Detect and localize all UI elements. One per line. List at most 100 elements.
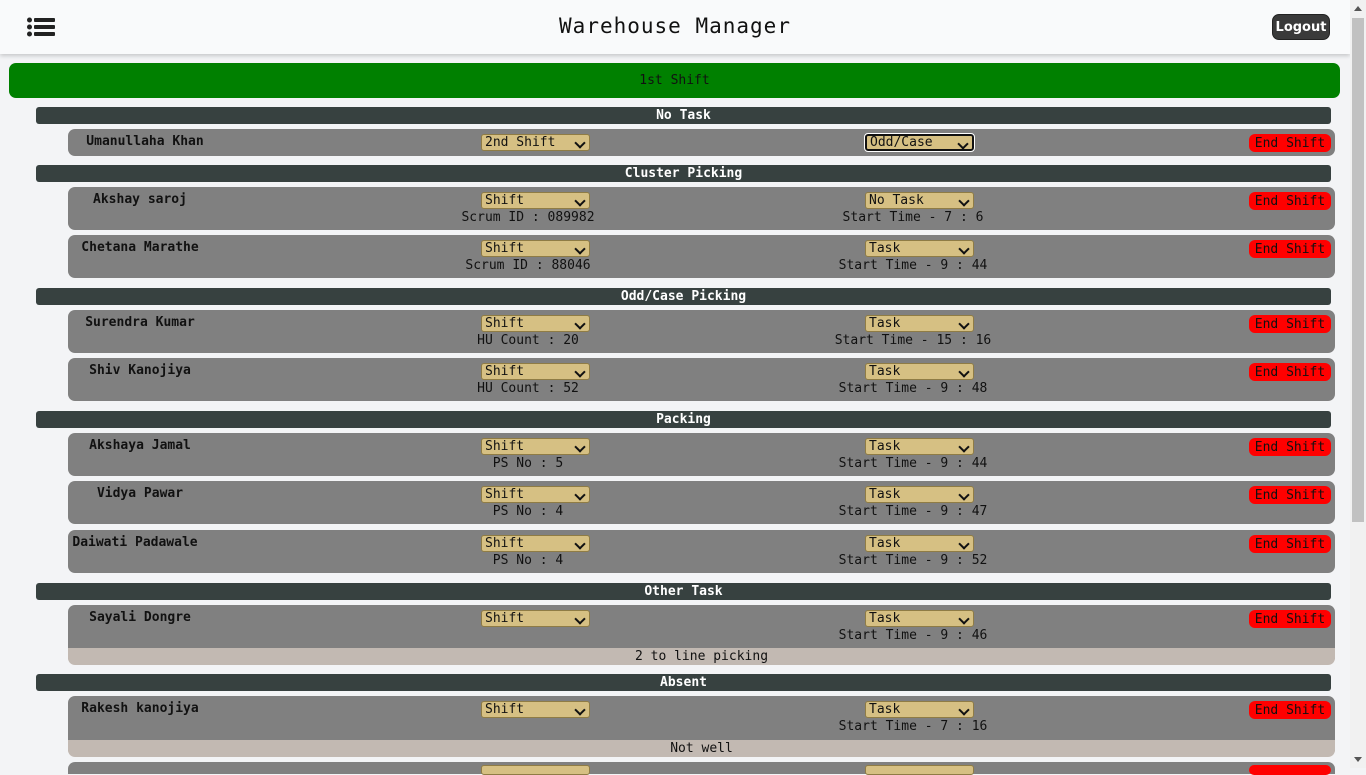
hu-count: HU Count : 52 (477, 381, 579, 396)
app-title: Warehouse Manager (559, 14, 791, 38)
employee-row: Vidya Pawar Shift Task End Shift PS No :… (68, 481, 1335, 524)
task-select[interactable]: Task (865, 610, 974, 627)
chevron-down-icon (574, 366, 586, 378)
hu-count: HU Count : 20 (477, 333, 579, 348)
employee-name: Daiwati Padawale (72, 535, 198, 550)
chevron-down-icon (574, 243, 586, 255)
employee-name: Akshaya Jamal (89, 438, 191, 453)
logout-button[interactable]: Logout (1272, 14, 1330, 40)
shift-select[interactable]: Shift (481, 315, 590, 332)
chevron-down-icon (958, 366, 970, 378)
employee-row: Chetana Marathe Shift Task End Shift Scr… (68, 235, 1335, 278)
ps-number: PS No : 4 (492, 504, 564, 519)
employee-name: Shiv Kanojiya (89, 363, 191, 378)
absence-note: Not well (68, 740, 1335, 757)
employee-name: Umanullaha Khan (86, 134, 204, 149)
task-select[interactable]: Task (865, 363, 974, 380)
chevron-down-icon (958, 195, 970, 207)
start-time: Start Time - 7 : 16 (838, 719, 988, 734)
shift-banner[interactable]: 1st Shift (9, 63, 1340, 98)
shift-select[interactable]: 2nd Shift (481, 134, 590, 151)
chevron-down-icon (574, 441, 586, 453)
chevron-down-icon (958, 441, 970, 453)
shift-select[interactable]: Shift (481, 363, 590, 380)
ps-number: PS No : 4 (492, 553, 564, 568)
chevron-down-icon (958, 538, 970, 550)
start-time: Start Time - 9 : 44 (838, 456, 988, 471)
scroll-down-arrow-icon[interactable] (1354, 757, 1362, 762)
employee-row: Umanullaha Khan 2nd Shift Odd/Case End S… (68, 129, 1335, 156)
task-select[interactable]: Task (865, 535, 974, 552)
scrum-id: Scrum ID : 089982 (461, 210, 595, 225)
group-header-absent: Absent (36, 674, 1331, 691)
task-select[interactable]: Odd/Case (864, 133, 975, 152)
group-header-odd-case-picking: Odd/Case Picking (36, 288, 1331, 305)
group-header-cluster-picking: Cluster Picking (36, 165, 1331, 182)
group-header-other-task: Other Task (36, 583, 1331, 600)
end-shift-button[interactable]: End Shift (1249, 535, 1331, 553)
end-shift-button[interactable]: End Shift (1249, 134, 1331, 152)
shift-select[interactable]: Shift (481, 438, 590, 455)
employee-row: Surendra Kumar Shift Task End Shift HU C… (68, 310, 1335, 353)
end-shift-button[interactable]: End Shift (1249, 363, 1331, 381)
task-select[interactable]: Task (865, 438, 974, 455)
employee-name: Sayali Dongre (89, 610, 191, 625)
shift-select[interactable]: Shift (481, 701, 590, 718)
start-time: Start Time - 9 : 46 (838, 628, 988, 643)
top-bar: Warehouse Manager Logout (0, 0, 1350, 54)
end-shift-button[interactable]: End Shift (1249, 438, 1331, 456)
shift-select[interactable]: Shift (481, 240, 590, 257)
chevron-down-icon (574, 489, 586, 501)
scroll-up-arrow-icon[interactable] (1354, 6, 1362, 11)
task-note: 2 to line picking (68, 648, 1335, 665)
start-time: Start Time - 7 : 6 (842, 210, 984, 225)
task-select[interactable] (865, 765, 974, 775)
chevron-down-icon (574, 704, 586, 716)
employee-name: Chetana Marathe (81, 240, 199, 255)
employee-row: Shiv Kanojiya Shift Task End Shift HU Co… (68, 358, 1335, 401)
employee-name: Akshay saroj (93, 192, 187, 207)
page-scrollbar[interactable] (1350, 0, 1366, 768)
group-header-no-task: No Task (36, 107, 1331, 124)
end-shift-button[interactable]: End Shift (1249, 486, 1331, 504)
scrum-id: Scrum ID : 88046 (465, 258, 591, 273)
chevron-down-icon (574, 613, 586, 625)
shift-select[interactable]: Shift (481, 192, 590, 209)
chevron-down-icon (958, 613, 970, 625)
scrollbar-thumb[interactable] (1352, 18, 1364, 522)
start-time: Start Time - 9 : 44 (838, 258, 988, 273)
task-select[interactable]: Task (865, 701, 974, 718)
start-time: Start Time - 9 : 52 (838, 553, 988, 568)
employee-row: Akshay saroj Shift No Task End Shift Scr… (68, 187, 1335, 230)
task-select[interactable]: No Task (865, 192, 974, 209)
chevron-down-icon (574, 538, 586, 550)
end-shift-button[interactable]: End Shift (1249, 192, 1331, 210)
chevron-down-icon (957, 138, 969, 150)
employee-name: Vidya Pawar (96, 486, 184, 501)
task-select[interactable]: Task (865, 240, 974, 257)
shift-select[interactable] (481, 765, 590, 775)
end-shift-button[interactable]: End Shift (1249, 315, 1331, 333)
chevron-down-icon (958, 243, 970, 255)
chevron-down-icon (958, 318, 970, 330)
chevron-down-icon (574, 318, 586, 330)
chevron-down-icon (958, 704, 970, 716)
end-shift-button[interactable]: End Shift (1249, 610, 1331, 628)
end-shift-button[interactable] (1249, 765, 1331, 775)
employee-row: Akshaya Jamal Shift Task End Shift PS No… (68, 433, 1335, 476)
shift-select[interactable]: Shift (481, 535, 590, 552)
employee-row: Daiwati Padawale Shift Task End Shift PS… (68, 530, 1335, 573)
end-shift-button[interactable]: End Shift (1249, 701, 1331, 719)
shift-select[interactable]: Shift (481, 610, 590, 627)
group-header-packing: Packing (36, 411, 1331, 428)
task-select[interactable]: Task (865, 315, 974, 332)
shift-select[interactable]: Shift (481, 486, 590, 503)
employee-name: Surendra Kumar (85, 315, 195, 330)
start-time: Start Time - 15 : 16 (834, 333, 992, 348)
end-shift-button[interactable]: End Shift (1249, 240, 1331, 258)
task-select[interactable]: Task (865, 486, 974, 503)
start-time: Start Time - 9 : 48 (838, 381, 988, 396)
chevron-down-icon (574, 137, 586, 149)
chevron-down-icon (958, 489, 970, 501)
chevron-down-icon (574, 195, 586, 207)
